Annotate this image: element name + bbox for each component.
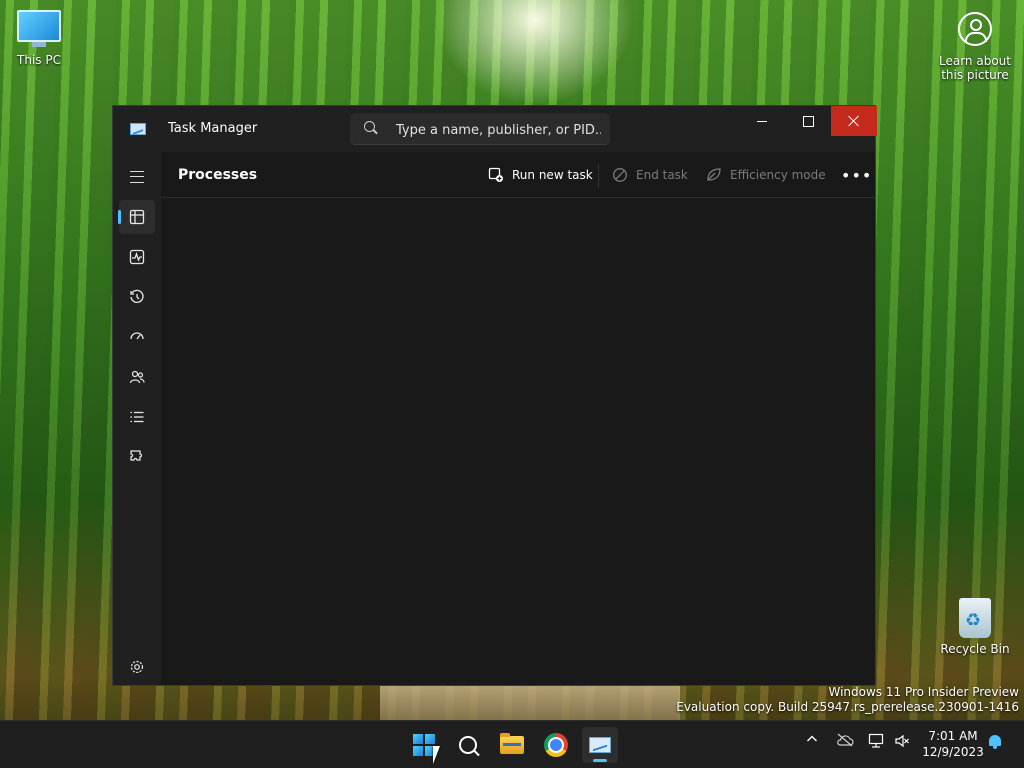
performance-icon [129,249,145,265]
processes-page: Processes Run new task End task Efficien… [161,152,875,685]
chrome-icon [544,733,568,757]
watermark-line1: Windows 11 Pro Insider Preview [828,685,1019,699]
more-icon: ••• [841,166,873,185]
person-circle-icon [958,12,992,46]
onedrive-button[interactable] [836,733,854,751]
start-icon [413,734,435,756]
os-watermark: Windows 11 Pro Insider Preview Evaluatio… [676,685,1019,715]
maximize-icon [802,115,814,127]
run-new-task-label: Run new task [512,168,593,182]
users-icon [129,370,145,384]
startup-icon [130,332,144,340]
network-icon [868,733,884,748]
efficiency-mode-label: Efficiency mode [730,168,826,182]
volume-button[interactable] [894,733,910,753]
search-input[interactable] [394,119,603,141]
more-options-button[interactable]: ••• [841,166,872,185]
monitor-stand [32,42,46,47]
details-list-icon [130,411,144,423]
file-explorer-button[interactable] [494,727,530,763]
cloud-offline-icon [837,733,854,747]
desktop-icon-recycle-bin[interactable]: ♻ Recycle Bin [940,598,1010,656]
block-icon [612,167,628,183]
chevron-up-icon [807,735,817,742]
file-explorer-icon [500,733,524,754]
taskbar: 7:01 AM 12/9/2023 [0,720,1024,768]
services-icon [130,450,143,461]
desktop-icon-this-pc[interactable]: This PC [10,10,68,67]
learn-label: Learn about this picture [939,54,1011,82]
clock[interactable]: 7:01 AM 12/9/2023 [918,728,988,760]
search-box[interactable] [350,113,610,145]
run-task-icon [488,167,504,183]
recycle-bin-icon: ♻ [959,598,991,638]
chrome-button[interactable] [538,727,574,763]
this-pc-label: This PC [17,53,61,67]
efficiency-mode-button[interactable]: Efficiency mode [706,164,826,186]
sidebar-item-performance[interactable] [119,240,155,274]
network-button[interactable] [868,733,886,753]
recycle-bin-label: Recycle Bin [940,642,1010,656]
mouse-cursor [433,746,440,764]
end-task-button[interactable]: End task [612,164,688,186]
window-title: Task Manager [168,121,258,136]
sidebar-item-users[interactable] [119,360,155,394]
task-manager-icon [589,737,611,753]
hamburger-menu-button[interactable] [119,160,155,194]
volume-muted-icon [895,734,909,748]
monitor-icon [17,10,61,42]
task-manager-window: Task Manager Type a name, publisher, or … [112,105,877,686]
minimize-icon [757,120,767,122]
taskbar-search-button[interactable] [450,727,486,763]
history-icon [130,289,144,303]
page-title: Processes [178,167,258,183]
show-hidden-icons-button[interactable] [806,733,818,749]
sidebar [113,152,161,685]
toolbar-divider [598,164,599,188]
search-icon [459,736,477,754]
minimize-button[interactable] [739,106,785,136]
clock-time: 7:01 AM [928,729,978,743]
command-bar: Processes Run new task End task Efficien… [161,152,875,198]
close-icon [848,115,860,127]
task-manager-taskbar-button[interactable] [582,727,618,763]
sidebar-item-services[interactable] [119,440,155,474]
run-new-task-button[interactable]: Run new task [488,164,593,186]
search-icon [364,121,375,132]
gear-icon [130,660,144,674]
title-bar[interactable]: Task Manager [113,106,877,152]
watermark-line2: Evaluation copy. Build 25947.rs_prerelea… [676,700,1019,714]
clock-date: 12/9/2023 [922,745,984,759]
processes-icon [129,209,145,225]
process-list-area [161,198,875,685]
maximize-button[interactable] [785,106,831,136]
leaf-icon [706,167,722,183]
end-task-label: End task [636,168,688,182]
notification-bell-icon[interactable] [988,735,1002,749]
sidebar-item-processes[interactable] [118,200,155,234]
desktop-icon-learn-about-picture[interactable]: Learn about this picture [938,12,1012,82]
sidebar-item-startup-apps[interactable] [119,320,155,354]
close-button[interactable] [831,106,877,136]
sidebar-item-details[interactable] [119,400,155,434]
sidebar-item-app-history[interactable] [119,280,155,314]
hamburger-icon [130,171,144,183]
task-manager-icon [130,123,146,135]
sidebar-item-settings[interactable] [119,650,155,684]
